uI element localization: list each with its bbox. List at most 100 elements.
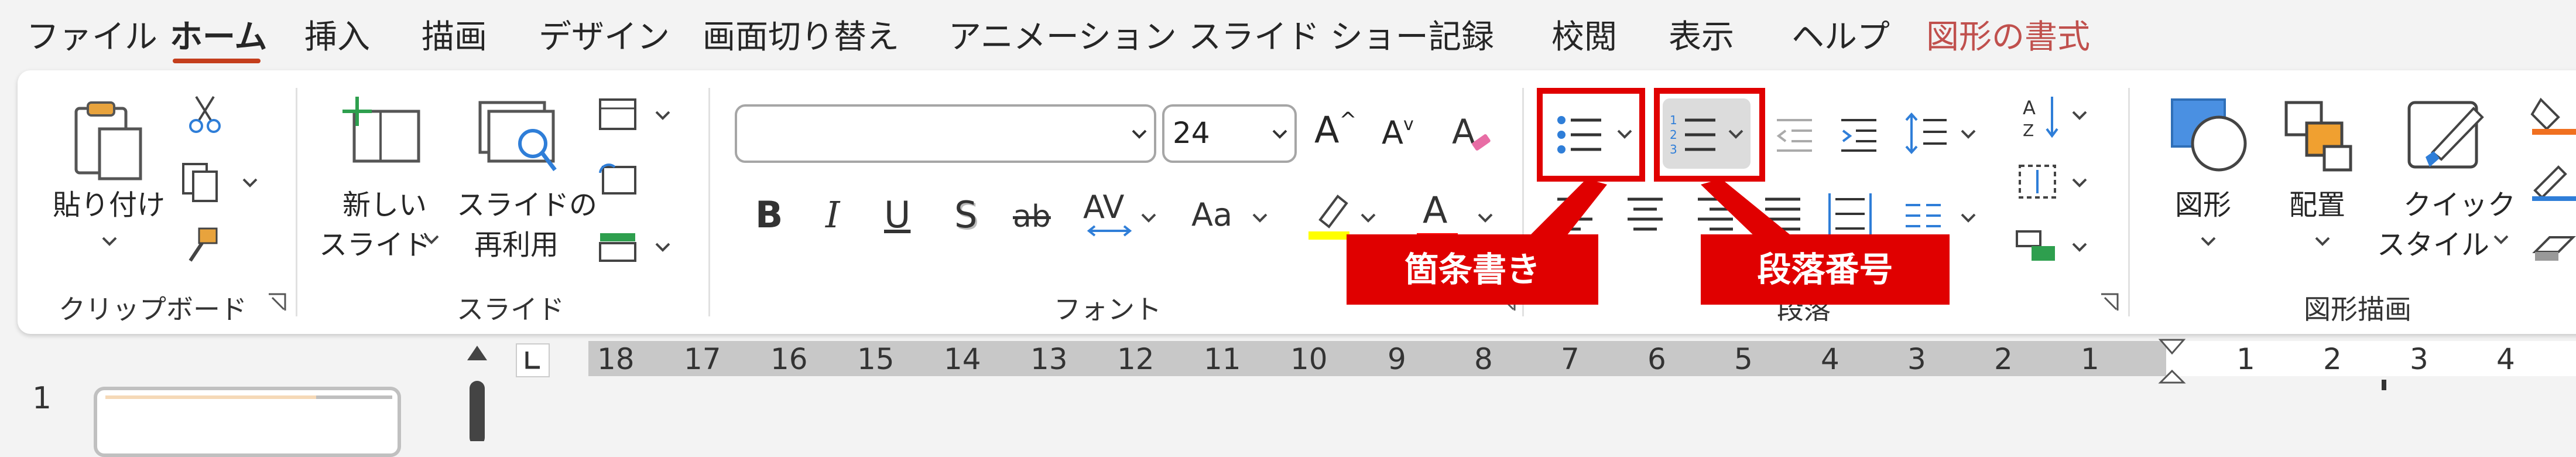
case-chevron-down-icon[interactable] bbox=[1250, 208, 1270, 228]
ruler-indent-marker[interactable] bbox=[2154, 339, 2190, 391]
font-color-chevron-down-icon[interactable] bbox=[1475, 208, 1495, 228]
italic-button[interactable]: I bbox=[825, 193, 840, 236]
layout-icon[interactable] bbox=[597, 97, 638, 132]
paste-chevron-down-icon[interactable] bbox=[100, 231, 119, 251]
shape-effects-icon[interactable] bbox=[2529, 228, 2576, 270]
tab-stop-selector[interactable] bbox=[515, 343, 550, 378]
clear-formatting-icon[interactable]: A bbox=[1449, 111, 1496, 158]
ruler-number: 1 bbox=[2081, 342, 2099, 376]
text-direction-icon[interactable]: AZ bbox=[2020, 94, 2061, 141]
ruler-number: 15 bbox=[857, 342, 895, 376]
align-center-icon[interactable] bbox=[1625, 193, 1666, 234]
copy-chevron-down-icon[interactable] bbox=[240, 173, 260, 193]
quick-styles-icon[interactable] bbox=[2403, 94, 2491, 176]
tab-draw[interactable]: 描画 bbox=[422, 11, 487, 58]
tab-transitions[interactable]: 画面切り替え bbox=[703, 11, 899, 58]
bold-button[interactable]: B bbox=[755, 193, 783, 236]
group-separator bbox=[296, 88, 297, 316]
new-slide-label-2[interactable]: スライド bbox=[319, 221, 431, 262]
smartart-icon[interactable] bbox=[2014, 226, 2061, 267]
reuse-slides-icon[interactable] bbox=[474, 97, 562, 179]
change-case-button[interactable]: Aa bbox=[1191, 196, 1232, 233]
tab-animations[interactable]: アニメーション bbox=[948, 11, 1177, 58]
tab-home[interactable]: ホーム bbox=[170, 11, 267, 58]
group-separator bbox=[708, 88, 710, 316]
tab-insert[interactable]: 挿入 bbox=[304, 11, 370, 58]
arrange-button-label[interactable]: 配置 bbox=[2289, 182, 2345, 223]
decrease-indent-icon[interactable] bbox=[1774, 114, 1815, 155]
smartart-chevron-down-icon[interactable] bbox=[2070, 237, 2089, 257]
thumbnail-scrollbar[interactable] bbox=[463, 343, 492, 441]
font-size-chevron-down-icon[interactable] bbox=[1270, 124, 1290, 144]
shapes-button-label[interactable]: 図形 bbox=[2175, 182, 2231, 223]
align-text-icon[interactable] bbox=[2014, 161, 2061, 202]
ribbon-tab-bar: ファイル ホーム 挿入 描画 デザイン 画面切り替え アニメーション スライド … bbox=[0, 0, 2576, 70]
ruler-number: 17 bbox=[684, 342, 721, 376]
font-color-button[interactable]: A bbox=[1423, 189, 1447, 231]
tab-help[interactable]: ヘルプ bbox=[1791, 11, 1890, 58]
character-spacing-button[interactable]: AV bbox=[1083, 189, 1124, 226]
active-tab-indicator bbox=[173, 59, 261, 63]
font-name-chevron-down-icon[interactable] bbox=[1129, 124, 1149, 144]
shapes-chevron-down-icon[interactable] bbox=[2198, 231, 2218, 251]
tab-review[interactable]: 校閲 bbox=[1551, 11, 1617, 58]
section-icon[interactable] bbox=[597, 228, 638, 264]
ruler-number: 4 bbox=[2496, 342, 2515, 376]
tab-shape-format[interactable]: 図形の書式 bbox=[1926, 11, 2090, 58]
quick-styles-label-1[interactable]: クイック bbox=[2403, 182, 2516, 223]
strikethrough-button[interactable]: ab bbox=[1013, 199, 1051, 234]
ruler-tab-marker bbox=[2382, 380, 2386, 390]
bullets-callout: 箇条書き bbox=[1347, 234, 1598, 305]
ruler-number: 4 bbox=[1821, 342, 1839, 376]
tab-record[interactable]: 記録 bbox=[1429, 11, 1494, 58]
ruler-number: 16 bbox=[770, 342, 808, 376]
align-text-chevron-down-icon[interactable] bbox=[2070, 173, 2089, 193]
paste-button-label[interactable]: 貼り付け bbox=[53, 182, 165, 223]
shape-outline-icon[interactable] bbox=[2529, 161, 2576, 202]
underline-button[interactable]: U bbox=[884, 193, 910, 236]
reuse-slides-label-1[interactable]: スライドの bbox=[457, 182, 597, 223]
highlight-chevron-down-icon[interactable] bbox=[1358, 208, 1378, 228]
reset-slide-icon[interactable] bbox=[597, 161, 638, 196]
svg-text:A: A bbox=[2023, 97, 2036, 119]
paragraph-dialog-launcher-icon[interactable] bbox=[2099, 292, 2120, 313]
text-shadow-button[interactable]: S bbox=[954, 193, 977, 236]
quick-styles-label-2[interactable]: スタイル bbox=[2377, 221, 2489, 262]
reuse-slides-label-2[interactable]: 再利用 bbox=[474, 221, 559, 262]
ruler-number: 7 bbox=[1561, 342, 1580, 376]
shapes-icon[interactable] bbox=[2166, 94, 2254, 176]
shape-fill-icon[interactable] bbox=[2529, 94, 2576, 135]
grow-font-icon[interactable]: A^ bbox=[1314, 108, 1357, 151]
format-painter-icon[interactable] bbox=[181, 226, 222, 267]
new-slide-label-1[interactable]: 新しい bbox=[342, 182, 427, 223]
tab-slideshow[interactable]: スライド ショー bbox=[1188, 11, 1429, 58]
increase-indent-icon[interactable] bbox=[1838, 114, 1879, 155]
section-chevron-down-icon[interactable] bbox=[653, 237, 673, 257]
text-direction-chevron-down-icon[interactable] bbox=[2070, 105, 2089, 125]
line-spacing-icon[interactable] bbox=[1903, 111, 1950, 158]
new-slide-chevron-down-icon[interactable] bbox=[422, 230, 441, 250]
tab-design[interactable]: デザイン bbox=[539, 11, 670, 58]
new-slide-icon[interactable] bbox=[340, 94, 427, 176]
slides-group-label: スライド bbox=[457, 294, 564, 325]
layout-chevron-down-icon[interactable] bbox=[653, 105, 673, 125]
copy-icon[interactable] bbox=[179, 161, 225, 202]
spacing-chevron-down-icon[interactable] bbox=[1139, 208, 1159, 228]
spacing-arrows-icon bbox=[1087, 225, 1132, 237]
line-spacing-chevron-down-icon[interactable] bbox=[1958, 124, 1978, 144]
tab-view[interactable]: 表示 bbox=[1669, 11, 1734, 58]
clipboard-dialog-launcher-icon[interactable] bbox=[266, 292, 287, 313]
cut-icon[interactable] bbox=[187, 94, 222, 135]
columns-chevron-down-icon[interactable] bbox=[1958, 208, 1978, 228]
arrange-icon[interactable] bbox=[2280, 97, 2362, 179]
arrange-chevron-down-icon[interactable] bbox=[2313, 231, 2332, 251]
shrink-font-icon[interactable]: Av bbox=[1382, 114, 1414, 151]
columns-icon[interactable] bbox=[1903, 199, 1944, 234]
distributed-icon[interactable] bbox=[1827, 190, 1873, 237]
font-size-combo[interactable]: 24 bbox=[1162, 104, 1297, 163]
highlighter-icon[interactable] bbox=[1306, 190, 1352, 243]
font-name-combo[interactable] bbox=[735, 104, 1156, 163]
paste-icon[interactable] bbox=[64, 97, 152, 185]
quick-styles-chevron-down-icon[interactable] bbox=[2491, 230, 2511, 250]
tab-file[interactable]: ファイル bbox=[26, 11, 157, 58]
